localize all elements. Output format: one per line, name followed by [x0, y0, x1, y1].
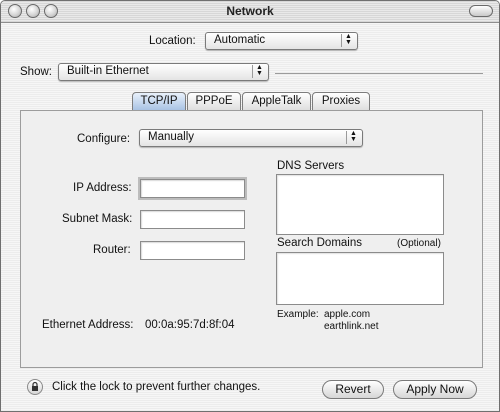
router-label: Router: [93, 244, 131, 256]
toolbar-toggle-button[interactable] [469, 5, 493, 17]
lock-hint-text: Click the lock to prevent further change… [52, 381, 261, 393]
optional-label: (Optional) [397, 238, 441, 249]
ip-address-field[interactable] [138, 177, 247, 200]
dns-servers-field[interactable] [276, 174, 444, 235]
router-field[interactable] [140, 241, 245, 260]
location-popup[interactable]: Automatic ▲ ▼ [205, 32, 358, 50]
lock-icon[interactable] [27, 379, 43, 395]
popup-arrows-icon: ▲ ▼ [252, 64, 266, 78]
network-window: Network Location: Automatic ▲ ▼ Show: Bui… [0, 0, 500, 412]
location-value: Automatic [214, 34, 266, 46]
ip-address-label: IP Address: [73, 182, 132, 194]
show-value: Built-in Ethernet [67, 65, 149, 77]
popup-arrows-icon: ▲ ▼ [341, 33, 355, 47]
location-label: Location: [149, 35, 196, 47]
show-popup[interactable]: Built-in Ethernet ▲ ▼ [58, 63, 269, 81]
search-domains-label: Search Domains [277, 237, 363, 249]
tab-proxies[interactable]: Proxies [312, 92, 370, 111]
popup-arrows-icon: ▲ ▼ [346, 130, 360, 144]
tab-pppoe[interactable]: PPPoE [187, 92, 241, 111]
revert-button[interactable]: Revert [322, 380, 384, 399]
configure-popup[interactable]: Manually ▲ ▼ [139, 129, 363, 147]
configure-value: Manually [148, 131, 195, 143]
example-line-1: apple.com [324, 309, 371, 320]
apply-now-button[interactable]: Apply Now [393, 380, 477, 399]
search-domains-field[interactable] [276, 252, 444, 305]
title-bar: Network [1, 1, 499, 23]
example-label: Example: [277, 309, 319, 320]
show-label: Show: [20, 66, 52, 78]
subnet-mask-label: Subnet Mask: [62, 213, 133, 225]
ethernet-address-value: 00:0a:95:7d:8f:04 [145, 319, 235, 331]
configure-label: Configure: [77, 133, 131, 145]
ethernet-address-label: Ethernet Address: [42, 319, 134, 331]
separator-line [275, 73, 483, 74]
window-title: Network [226, 4, 274, 18]
tab-appletalk[interactable]: AppleTalk [242, 92, 311, 111]
dns-servers-label: DNS Servers [277, 160, 345, 172]
subnet-mask-field[interactable] [140, 210, 245, 229]
tab-tcpip[interactable]: TCP/IP [132, 92, 186, 111]
example-line-2: earthlink.net [324, 321, 379, 332]
